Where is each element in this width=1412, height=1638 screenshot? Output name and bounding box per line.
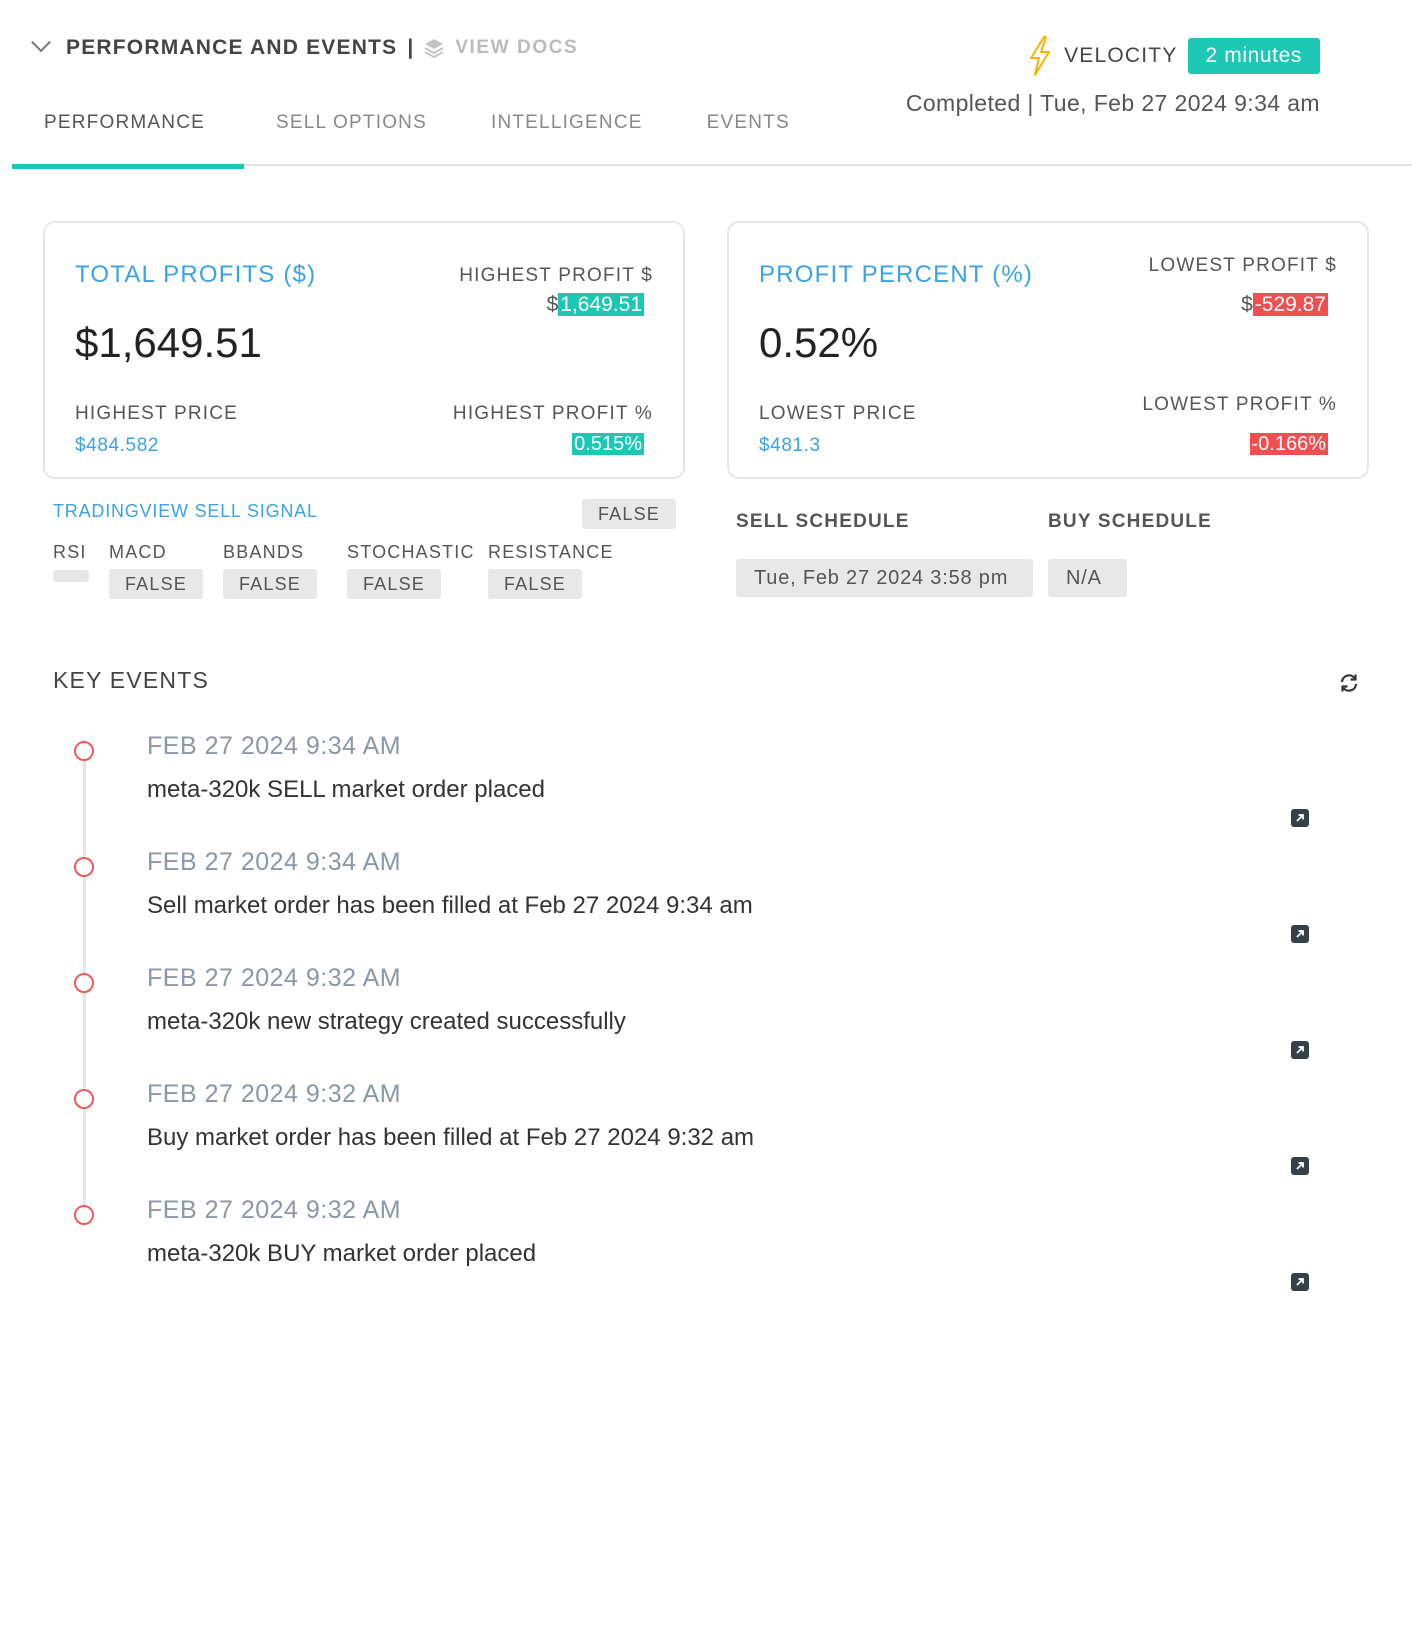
- highest-profit-label: HIGHEST PROFIT $: [459, 265, 653, 286]
- chevron-down-icon[interactable]: [31, 32, 51, 53]
- indicator-badge-bbands: FALSE: [223, 569, 317, 599]
- event-text: meta-320k SELL market order placed: [147, 776, 545, 803]
- indicator-label-macd: MACD: [109, 542, 167, 562]
- highest-price-value: $484.582: [75, 435, 160, 456]
- highest-profit-amount: $1,649.51: [547, 293, 644, 317]
- tab-sell-options[interactable]: SELL OPTIONS: [244, 100, 459, 166]
- event-time: FEB 27 2024 9:32 AM: [147, 964, 402, 992]
- lowest-profit-value: -529.87: [1252, 293, 1328, 316]
- lowest-profit-pct-label: LOWEST PROFIT %: [1142, 394, 1337, 415]
- key-events-title: KEY EVENTS: [53, 667, 210, 693]
- tradingview-sell-signal-label: TRADINGVIEW SELL SIGNAL: [53, 501, 318, 521]
- tab-intelligence[interactable]: INTELLIGENCE: [459, 100, 675, 166]
- external-link-icon[interactable]: [1291, 925, 1309, 943]
- sell-schedule-label: SELL SCHEDULE: [736, 511, 910, 532]
- event-text: Sell market order has been filled at Feb…: [147, 892, 753, 919]
- event-time: FEB 27 2024 9:34 AM: [147, 848, 402, 876]
- profit-percent-card: PROFIT PERCENT (%) 0.52% LOWEST PROFIT $…: [727, 221, 1369, 479]
- total-profits-title: TOTAL PROFITS ($): [75, 261, 317, 288]
- section-title: PERFORMANCE AND EVENTS: [66, 36, 398, 59]
- indicator-label-stochastic: STOCHASTIC: [347, 542, 475, 562]
- external-link-icon[interactable]: [1291, 1273, 1309, 1291]
- velocity-label: VELOCITY: [1064, 44, 1178, 67]
- indicator-badge-rsi: [53, 570, 89, 582]
- highest-price-label: HIGHEST PRICE: [75, 403, 239, 424]
- external-link-icon[interactable]: [1291, 1157, 1309, 1175]
- title-separator: |: [407, 36, 414, 59]
- tab-events[interactable]: EVENTS: [675, 100, 822, 166]
- event-time: FEB 27 2024 9:32 AM: [147, 1196, 402, 1224]
- profit-percent-title: PROFIT PERCENT (%): [759, 261, 1034, 288]
- indicator-label-bbands: BBANDS: [223, 542, 305, 562]
- section-header: PERFORMANCE AND EVENTS | VIEW DOCS: [31, 32, 578, 60]
- indicator-label-resistance: RESISTANCE: [488, 542, 614, 562]
- total-profits-value: $1,649.51: [75, 319, 262, 366]
- refresh-icon[interactable]: [1338, 672, 1360, 694]
- tab-bar: PERFORMANCE SELL OPTIONS INTELLIGENCE EV…: [12, 100, 1412, 169]
- external-link-icon[interactable]: [1291, 1041, 1309, 1059]
- lowest-price-value: $481.3: [759, 435, 821, 456]
- event-text: Buy market order has been filled at Feb …: [147, 1124, 755, 1151]
- lowest-profit-label: LOWEST PROFIT $: [1148, 255, 1337, 276]
- currency-prefix: $: [1241, 293, 1253, 316]
- event-item: FEB 27 2024 9:34 AM Sell market order ha…: [0, 848, 1412, 970]
- event-item: FEB 27 2024 9:32 AM meta-320k new strate…: [0, 964, 1412, 1086]
- highest-profit-pct-amount: 0.515%: [572, 433, 644, 456]
- highest-profit-pct-label: HIGHEST PROFIT %: [452, 403, 653, 424]
- external-link-icon[interactable]: [1291, 809, 1309, 827]
- tab-performance[interactable]: PERFORMANCE: [12, 100, 244, 169]
- timeline-dot-icon: [74, 1205, 94, 1225]
- event-time: FEB 27 2024 9:32 AM: [147, 1080, 402, 1108]
- currency-prefix: $: [546, 293, 559, 316]
- view-docs-link[interactable]: VIEW DOCS: [455, 37, 578, 59]
- event-item: FEB 27 2024 9:34 AM meta-320k SELL marke…: [0, 732, 1412, 854]
- profit-percent-value: 0.52%: [759, 319, 879, 366]
- lowest-price-label: LOWEST PRICE: [759, 403, 917, 424]
- sell-schedule-value: Tue, Feb 27 2024 3:58 pm: [736, 559, 1033, 597]
- event-text: meta-320k BUY market order placed: [147, 1240, 537, 1267]
- tradingview-signal-badge: FALSE: [582, 499, 676, 529]
- velocity-badge: 2 minutes: [1187, 38, 1320, 74]
- lowest-profit-pct-value: -0.166%: [1249, 433, 1328, 455]
- highest-profit-value: 1,649.51: [558, 293, 644, 316]
- indicator-badge-macd: FALSE: [109, 569, 203, 599]
- timeline-dot-icon: [74, 857, 94, 877]
- indicator-label-rsi: RSI: [53, 542, 87, 562]
- timeline-dot-icon: [74, 1089, 94, 1109]
- velocity-indicator: VELOCITY 2 minutes: [1026, 36, 1320, 76]
- buy-schedule-value: N/A: [1048, 559, 1127, 597]
- timeline-dot-icon: [74, 741, 94, 761]
- layers-icon: [424, 39, 444, 59]
- total-profits-card: TOTAL PROFITS ($) $1,649.51 HIGHEST PROF…: [43, 221, 685, 479]
- event-text: meta-320k new strategy created successfu…: [147, 1008, 626, 1035]
- event-item: FEB 27 2024 9:32 AM Buy market order has…: [0, 1080, 1412, 1202]
- lowest-profit-pct-amount: -0.166%: [1249, 433, 1328, 456]
- highest-profit-pct-value: 0.515%: [572, 433, 644, 455]
- lightning-bolt-icon: [1030, 36, 1051, 76]
- indicator-badge-stochastic: FALSE: [347, 569, 441, 599]
- indicator-badge-resistance: FALSE: [488, 569, 582, 599]
- lowest-profit-amount: $-529.87: [1241, 293, 1328, 317]
- buy-schedule-label: BUY SCHEDULE: [1048, 511, 1212, 532]
- event-time: FEB 27 2024 9:34 AM: [147, 732, 402, 760]
- timeline-dot-icon: [74, 973, 94, 993]
- event-item: FEB 27 2024 9:32 AM meta-320k BUY market…: [0, 1196, 1412, 1318]
